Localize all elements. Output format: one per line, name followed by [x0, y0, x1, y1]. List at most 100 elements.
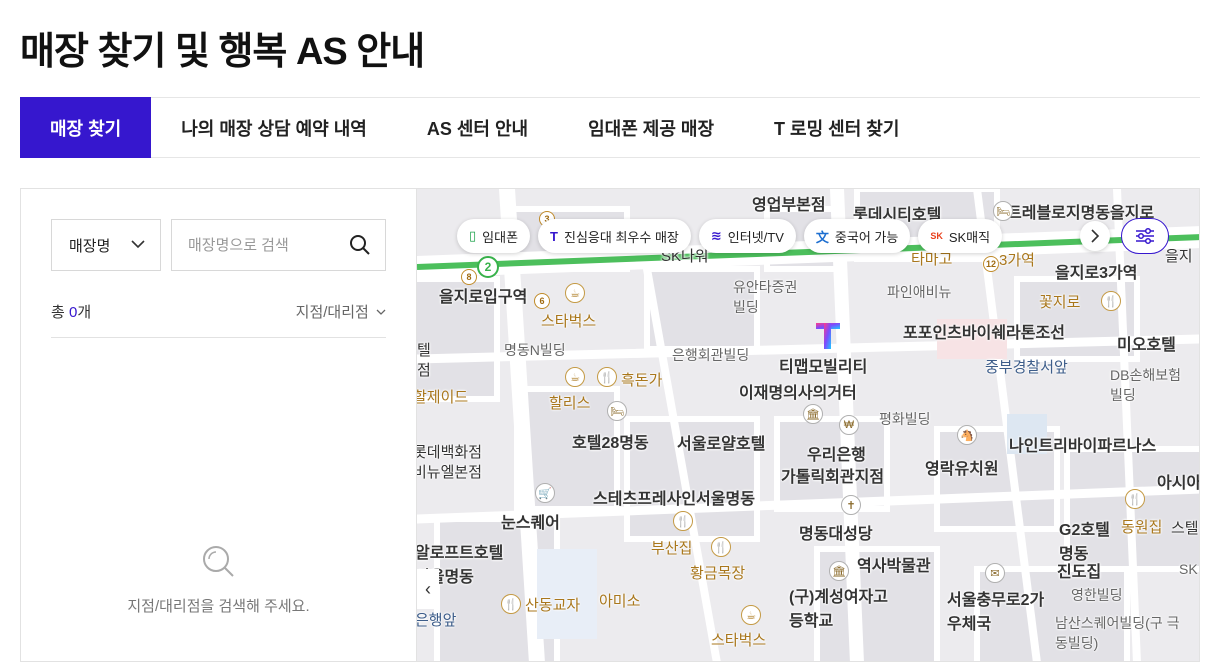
- map-label: 은행앞: [416, 612, 457, 629]
- t-store-marker-icon[interactable]: [815, 321, 841, 351]
- map-label: 영락유치원: [925, 461, 999, 478]
- filter-chip-label: 인터넷/TV: [727, 229, 784, 245]
- map-label: 역사박물관: [857, 558, 931, 575]
- map-label: 을지: [1165, 248, 1193, 265]
- map-label: 유안타증권빌딩: [733, 279, 798, 315]
- map-label: 부산집: [651, 540, 693, 557]
- filter-chip-sk-magic[interactable]: SK SK매직: [918, 219, 1003, 253]
- tab-my-reservations[interactable]: 나의 매장 상담 예약 내역: [151, 98, 397, 158]
- cafe-poi-icon[interactable]: ☕: [565, 283, 585, 303]
- kindergarten-poi-icon[interactable]: 🐴: [957, 425, 977, 445]
- sk-icon: SK: [930, 231, 943, 241]
- subway-exit-marker: 12: [983, 256, 999, 272]
- map-label: 텔: [417, 342, 431, 359]
- museum-poi-icon[interactable]: 🏛: [829, 561, 849, 581]
- sort-label: 지점/대리점: [295, 304, 369, 321]
- sliders-icon: [1136, 227, 1154, 245]
- map-filter-button[interactable]: [1121, 218, 1169, 254]
- divider: [51, 337, 386, 338]
- shopping-poi-icon[interactable]: 🛒: [535, 483, 555, 503]
- map-label: 흑돈가: [621, 372, 663, 389]
- filter-chip-internet-tv[interactable]: ≋ 인터넷/TV: [698, 219, 796, 253]
- tab-bar: 매장 찾기 나의 매장 상담 예약 내역 AS 센터 안내 임대폰 제공 매장 …: [20, 97, 1200, 158]
- subway-exit-marker: 6: [534, 293, 550, 309]
- search-type-select[interactable]: 매장명: [51, 219, 161, 271]
- tab-rental-phone-stores[interactable]: 임대폰 제공 매장: [558, 98, 744, 158]
- map-label: 눈스퀘어: [501, 515, 560, 532]
- map-label: 이재명의사의거터: [739, 385, 857, 402]
- filter-chip-best-store[interactable]: T 진심응대 최우수 매장: [538, 219, 691, 253]
- restaurant-poi-icon[interactable]: 🍴: [1125, 489, 1145, 509]
- bank-poi-icon[interactable]: 🏛: [803, 404, 823, 424]
- map-label: 중부경찰서앞: [985, 359, 1068, 376]
- cafe-poi-icon[interactable]: ☕: [565, 367, 585, 387]
- language-icon: 文: [815, 229, 829, 245]
- map-label: 포포인츠바이쉐라톤조선: [903, 325, 1065, 342]
- map-label: 을지로입구역: [439, 289, 528, 306]
- map-label: 나인트리바이파르나스: [1009, 438, 1157, 455]
- empty-message: 지점/대리점을 검색해 주세요.: [127, 598, 310, 615]
- map-label: 명동대성당: [799, 526, 873, 543]
- filter-chip-rental-phone[interactable]: ▯ 임대폰: [457, 219, 531, 253]
- tab-as-center[interactable]: AS 센터 안내: [397, 98, 558, 158]
- chips-next-button[interactable]: [1080, 221, 1110, 251]
- bank-poi-icon[interactable]: ₩: [839, 415, 859, 435]
- chevron-down-icon: [376, 309, 386, 315]
- map-label: 은행회관빌딩: [672, 347, 750, 363]
- map-label: SK: [1179, 561, 1198, 577]
- search-icon[interactable]: [349, 234, 371, 256]
- map-panel-toggle-button[interactable]: ‹: [417, 569, 439, 609]
- map-label: 가톨릭회관지점: [781, 469, 885, 486]
- map-label: 아미소: [599, 593, 641, 610]
- map-label: 산동교자: [525, 597, 581, 614]
- map-label: 영업부본점: [752, 197, 826, 214]
- map-label: 티맵모빌리티: [779, 359, 868, 376]
- chevron-right-icon: [1091, 229, 1100, 243]
- tab-t-roaming-center[interactable]: T 로밍 센터 찾기: [744, 98, 929, 158]
- result-count-row: 총 0개 지점/대리점: [51, 301, 386, 322]
- map-label: 할리스: [549, 395, 591, 412]
- map-filter-chips: ▯ 임대폰 T 진심응대 최우수 매장 ≋ 인터넷/TV 文 중국어 가능 SK…: [457, 219, 1003, 253]
- restaurant-poi-icon[interactable]: 🍴: [1101, 291, 1121, 311]
- hotel-poi-icon[interactable]: 🛏: [607, 401, 627, 421]
- map-label: 스텔: [1171, 520, 1199, 537]
- sort-dropdown[interactable]: 지점/대리점: [296, 301, 386, 322]
- filter-chip-label: SK매직: [948, 229, 991, 245]
- post-office-poi-icon[interactable]: ✉: [985, 563, 1005, 583]
- search-icon: [202, 546, 234, 577]
- map-label: 파인애비뉴: [887, 284, 952, 300]
- search-box: [171, 219, 386, 271]
- map-label: 비뉴엘본점: [416, 464, 483, 481]
- subway-station-marker[interactable]: 2: [477, 256, 499, 278]
- tab-store-search[interactable]: 매장 찾기: [20, 97, 152, 158]
- map-label: 꽃지로: [1039, 294, 1081, 311]
- result-count-prefix: 총: [51, 304, 69, 321]
- restaurant-poi-icon[interactable]: 🍴: [673, 511, 693, 531]
- filter-chip-chinese[interactable]: 文 중국어 가능: [803, 219, 911, 253]
- restaurant-poi-icon[interactable]: 🍴: [501, 594, 521, 614]
- result-count-suffix: 개: [77, 304, 92, 321]
- search-input[interactable]: [172, 221, 332, 269]
- restaurant-poi-icon[interactable]: 🍴: [597, 367, 617, 387]
- map-label: 남산스퀘어빌딩(구 극동빌딩): [1055, 615, 1180, 651]
- store-map[interactable]: 2 8 6 3 12 영업부본점 롯데시티호텔 트레블로지명동을지로 을지로3가…: [416, 188, 1200, 662]
- map-label: 황금목장: [690, 565, 746, 582]
- map-label: G2호텔명동: [1059, 522, 1110, 563]
- map-label: 아시아: [1157, 475, 1200, 492]
- map-label: 3가역: [999, 252, 1035, 269]
- t-icon: T: [550, 228, 558, 244]
- cafe-poi-icon[interactable]: ☕: [741, 605, 761, 625]
- map-label: 서울충무로2가우체국: [947, 592, 1045, 633]
- map-label: 을지로3가역: [1055, 265, 1138, 282]
- church-poi-icon[interactable]: ✝: [841, 495, 861, 515]
- restaurant-poi-icon[interactable]: 🍴: [711, 537, 731, 557]
- chevron-left-icon: ‹: [425, 578, 431, 599]
- map-label: 스타벅스: [711, 632, 767, 649]
- map-label: 평화빌딩: [879, 411, 931, 427]
- hotel-poi-icon[interactable]: 🛏: [993, 201, 1013, 221]
- map-label: 진도집: [1057, 564, 1102, 581]
- map-label: 동원집: [1121, 519, 1163, 536]
- search-type-value: 매장명: [69, 237, 111, 255]
- search-panel: 매장명 총 0개 지점/대리점 지점/대리점을 검색해 주세요.: [20, 188, 416, 662]
- map-label: 영한빌딩: [1071, 587, 1123, 603]
